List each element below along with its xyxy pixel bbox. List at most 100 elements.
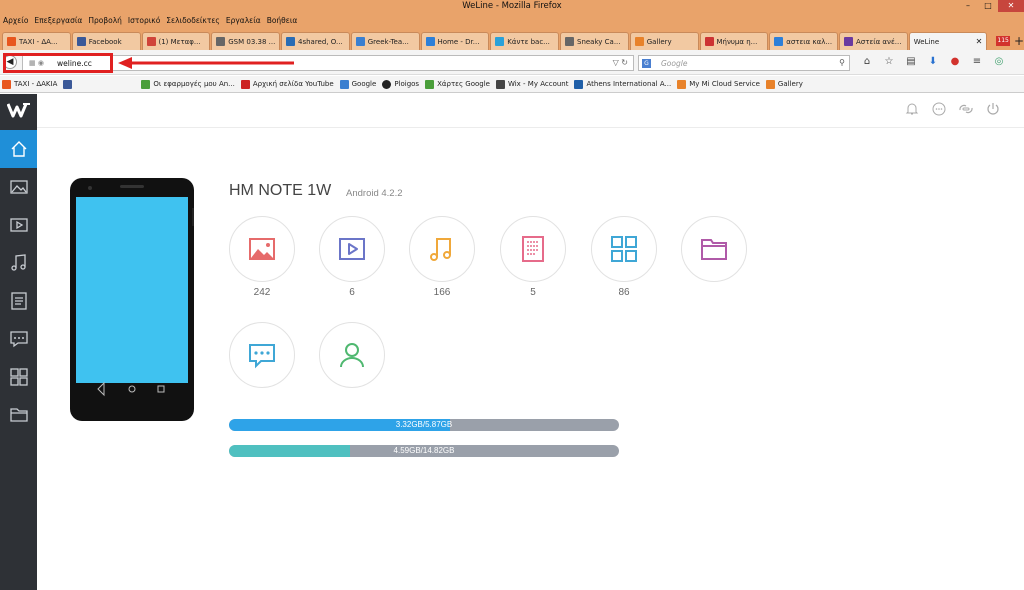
favicon-icon (76, 37, 86, 46)
sidebar-item-home[interactable] (0, 130, 37, 168)
menu-history[interactable]: Ιστορικό (128, 16, 160, 25)
storage-bar-label: 3.32GB/5.87GB (395, 420, 453, 429)
files-tile[interactable] (681, 216, 747, 282)
minimize-button[interactable]: – (958, 0, 978, 12)
extension-icon[interactable]: ◎ (988, 55, 1010, 69)
download-icon[interactable]: ⬇ (922, 55, 944, 69)
menu-edit[interactable]: Επεξεργασία (34, 16, 82, 25)
menu-help[interactable]: Βοήθεια (267, 16, 298, 25)
search-engine-icon[interactable]: G (642, 59, 651, 68)
documents-tile[interactable] (500, 216, 566, 282)
menu-bookmarks[interactable]: Σελιδοδείκτες (166, 16, 220, 25)
sidebar-item-documents[interactable] (0, 282, 37, 320)
menu-icon[interactable]: ≡ (966, 55, 988, 69)
browser-tab[interactable]: TAXI - ΔΑ... (2, 32, 71, 50)
message-icon (9, 331, 28, 348)
menu-file[interactable]: Αρχείο (3, 16, 28, 25)
device-name: HM NOTE 1W (229, 182, 332, 199)
chat-icon[interactable] (925, 101, 952, 117)
bookmark-item[interactable] (63, 79, 75, 89)
url-bar[interactable]: ▦ ◉ weline.cc ▽ ↻ (22, 55, 634, 71)
browser-tab[interactable]: Facebook (71, 32, 141, 50)
power-icon[interactable] (979, 101, 1006, 117)
new-tab-button[interactable]: + (1014, 32, 1024, 50)
menu-view[interactable]: Προβολή (88, 16, 122, 25)
music-tile[interactable] (409, 216, 475, 282)
notification-badge[interactable]: 115 (996, 36, 1010, 46)
browser-tab[interactable]: Gallery (629, 32, 699, 50)
weline-app: HM NOTE 1W Android 4.2.2 242 6 166 5 86 … (0, 94, 1024, 590)
home-icon (11, 141, 26, 157)
close-tab-icon[interactable]: ✕ (976, 37, 983, 46)
window-title: WeLine - Mozilla Firefox (462, 1, 562, 11)
contacts-tile[interactable] (319, 322, 385, 388)
music-icon (430, 238, 451, 261)
sidebar-item-files[interactable] (0, 396, 37, 434)
favicon-icon (146, 37, 156, 46)
search-icon[interactable]: ⚲ (839, 58, 845, 67)
bookmark-item[interactable]: Athens International A... (574, 79, 671, 89)
maximize-button[interactable]: □ (978, 0, 998, 12)
header-divider (37, 127, 1024, 128)
bookmark-item[interactable]: Gallery (765, 79, 803, 89)
folder-icon (9, 408, 28, 422)
bookmark-star-icon[interactable]: ☆ (878, 55, 900, 69)
favicon-icon (425, 37, 435, 46)
bookmark-item[interactable]: Google (339, 79, 376, 89)
browser-tab[interactable]: 4shared, O... (281, 32, 350, 50)
addon-icon[interactable]: ● (944, 55, 966, 69)
photos-tile[interactable] (229, 216, 295, 282)
notification-bell-icon[interactable] (898, 101, 925, 117)
browser-tab[interactable]: Greek-Tea... (350, 32, 420, 50)
apps-grid-icon (611, 236, 637, 262)
connection-icon[interactable] (952, 101, 979, 117)
sidebar-item-videos[interactable] (0, 206, 37, 244)
sidebar-item-messages[interactable] (0, 320, 37, 358)
sidebar-item-apps[interactable] (0, 358, 37, 396)
browser-tab[interactable]: Μήνυμα η... (699, 32, 769, 50)
android-version: Android 4.2.2 (346, 188, 403, 199)
bookmark-item[interactable]: Χάρτες Google (425, 79, 490, 89)
search-placeholder[interactable]: Google (661, 59, 687, 68)
bookmark-item[interactable]: TAXI - ΔΑΚΙΑ (2, 79, 57, 89)
bookmark-item[interactable]: Αρχική σελίδα YouTube (240, 79, 334, 89)
messages-tile[interactable] (229, 322, 295, 388)
bookmarks-bar: TAXI - ΔΑΚΙΑ Οι εφαρμογές μου An... Αρχι… (0, 76, 1024, 93)
search-bar[interactable]: G Google ⚲ (638, 55, 850, 71)
music-icon (10, 254, 26, 271)
browser-tab[interactable]: Αστεία ανέ... (839, 32, 908, 50)
menu-bar: Αρχείο Επεξεργασία Προβολή Ιστορικό Σελι… (0, 12, 1024, 28)
bookmark-item[interactable]: Οι εφαρμογές μου An... (141, 79, 235, 89)
maps-icon (425, 79, 435, 89)
bookmark-item[interactable]: Ploigos (382, 79, 419, 89)
bookmark-item[interactable]: Wix - My Account (495, 79, 568, 89)
browser-tab-active[interactable]: WeLine ✕ (908, 32, 988, 50)
annotation-highlight-box (3, 53, 113, 73)
bookmarks-list-icon[interactable]: ▤ (900, 55, 922, 69)
youtube-icon (240, 79, 250, 89)
sidebar-item-music[interactable] (0, 244, 37, 282)
browser-tab[interactable]: Home - Dr... (420, 32, 490, 50)
browser-tab[interactable]: (1) Μεταφ... (141, 32, 211, 50)
sidebar-item-photos[interactable] (0, 168, 37, 206)
menu-tools[interactable]: Εργαλεία (226, 16, 261, 25)
folder-icon (701, 239, 727, 260)
close-window-button[interactable]: ✕ (998, 0, 1024, 12)
apps-grid-icon (9, 368, 28, 386)
sidebar (0, 94, 37, 590)
document-icon (522, 236, 544, 262)
favicon-icon (565, 37, 574, 46)
browser-tab[interactable]: GSM 03.38 ... (211, 32, 280, 50)
favicon-icon (216, 37, 226, 46)
storage-bar-label: 4.59GB/14.82GB (393, 446, 455, 455)
top-toolbar (898, 101, 1006, 117)
reload-icon[interactable]: ▽ ↻ (613, 58, 628, 67)
apps-tile[interactable] (591, 216, 657, 282)
tab-bar: TAXI - ΔΑ... Facebook (1) Μεταφ... GSM 0… (0, 28, 1024, 50)
browser-tab[interactable]: Κάντε bac... (490, 32, 559, 50)
videos-tile[interactable] (319, 216, 385, 282)
browser-tab[interactable]: αστεια καλ... (769, 32, 838, 50)
browser-tab[interactable]: Sneaky Ca... (560, 32, 629, 50)
home-icon[interactable]: ⌂ (856, 55, 878, 69)
bookmark-item[interactable]: My Mi Cloud Service (677, 79, 760, 89)
